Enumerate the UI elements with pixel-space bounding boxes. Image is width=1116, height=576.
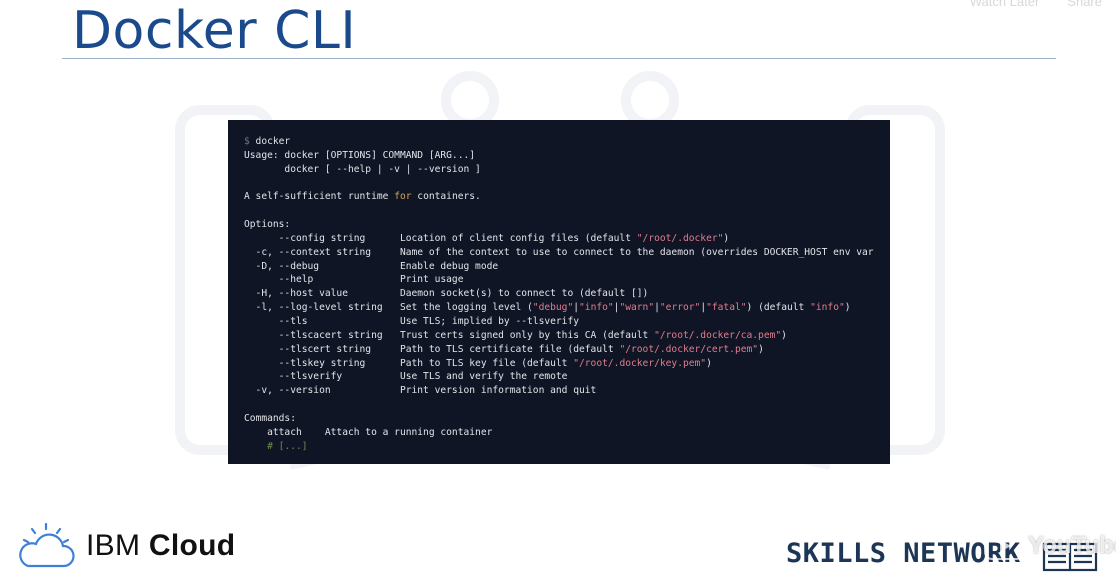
terminal-line: --config string Location of client confi… xyxy=(244,232,637,244)
terminal-line: --tlskey string Path to TLS key file (de… xyxy=(244,357,574,369)
ibm-cloud-logo: IBM Cloud xyxy=(16,520,235,572)
terminal-window: $ docker Usage: docker [OPTIONS] COMMAND… xyxy=(228,120,890,464)
terminal-string: "/root/.docker" xyxy=(636,232,724,244)
terminal-line: --tlsverify Use TLS and verify the remot… xyxy=(244,371,568,383)
terminal-string: "warn" xyxy=(619,302,655,314)
ibm-text: IBM xyxy=(86,529,149,562)
terminal-line: --tlscacert string Trust certs signed on… xyxy=(244,329,655,341)
terminal-line: Usage: docker [OPTIONS] COMMAND [ARG...] xyxy=(244,149,476,161)
terminal-line: -v, --version Print version information … xyxy=(244,385,597,397)
terminal-string: "debug" xyxy=(532,302,574,314)
terminal-line: ) xyxy=(706,357,712,369)
terminal-line: ) xyxy=(781,329,787,341)
terminal-line: docker xyxy=(249,136,291,147)
title-divider xyxy=(62,58,1056,59)
terminal-string: "info" xyxy=(810,302,845,314)
terminal-line: --help Print usage xyxy=(244,274,464,286)
terminal-line: -l, --log-level string Set the logging l… xyxy=(244,302,533,314)
watch-later-button[interactable]: Watch Later xyxy=(970,0,1040,9)
terminal-string: "fatal" xyxy=(706,302,747,314)
terminal-string: "/root/.docker/key.pem" xyxy=(573,357,707,369)
share-button[interactable]: Share xyxy=(1067,0,1102,9)
terminal-string: "/root/.docker/cert.pem" xyxy=(619,343,759,355)
terminal-string: "/root/.docker/ca.pem" xyxy=(654,329,782,341)
terminal-line: --tlscert string Path to TLS certificate… xyxy=(244,343,620,355)
terminal-line: -D, --debug Enable debug mode xyxy=(244,260,499,272)
terminal-keyword: for xyxy=(394,191,412,203)
youtube-wordmark: YouTube xyxy=(1028,532,1116,559)
terminal-output: $ docker Usage: docker [OPTIONS] COMMAND… xyxy=(228,120,890,453)
terminal-line: containers. xyxy=(411,191,481,203)
terminal-string: "error" xyxy=(659,302,701,314)
youtube-logo[interactable]: YouTube xyxy=(984,532,1116,560)
terminal-string: "info" xyxy=(579,302,614,314)
cloud-text: Cloud xyxy=(148,529,236,562)
terminal-line: ) xyxy=(844,302,851,314)
terminal-line: A self-sufficient runtime xyxy=(244,191,395,203)
terminal-indent xyxy=(244,441,267,452)
terminal-line: ) xyxy=(758,343,764,355)
youtube-overlay-controls: Watch Later Share xyxy=(970,0,1102,9)
slide-title: Docker CLI xyxy=(72,1,357,61)
terminal-line: ) xyxy=(723,232,730,244)
terminal-comment: # [...] xyxy=(267,440,308,452)
terminal-line: -c, --context string Name of the context… xyxy=(244,246,874,258)
terminal-line: Options: xyxy=(244,219,291,231)
terminal-line: Commands: xyxy=(244,412,296,424)
cloud-icon xyxy=(19,522,75,568)
terminal-line: attach Attach to a running container xyxy=(244,426,493,438)
terminal-line: docker [ --help | -v | --version ] xyxy=(244,163,481,175)
youtube-play-icon xyxy=(984,532,1024,560)
terminal-line: ) (default xyxy=(746,302,811,314)
ibm-cloud-wordmark: IBM Cloud xyxy=(86,529,235,563)
terminal-line: -H, --host value Daemon socket(s) to con… xyxy=(244,288,649,300)
terminal-line: --tls Use TLS; implied by --tlsverify xyxy=(244,315,580,327)
